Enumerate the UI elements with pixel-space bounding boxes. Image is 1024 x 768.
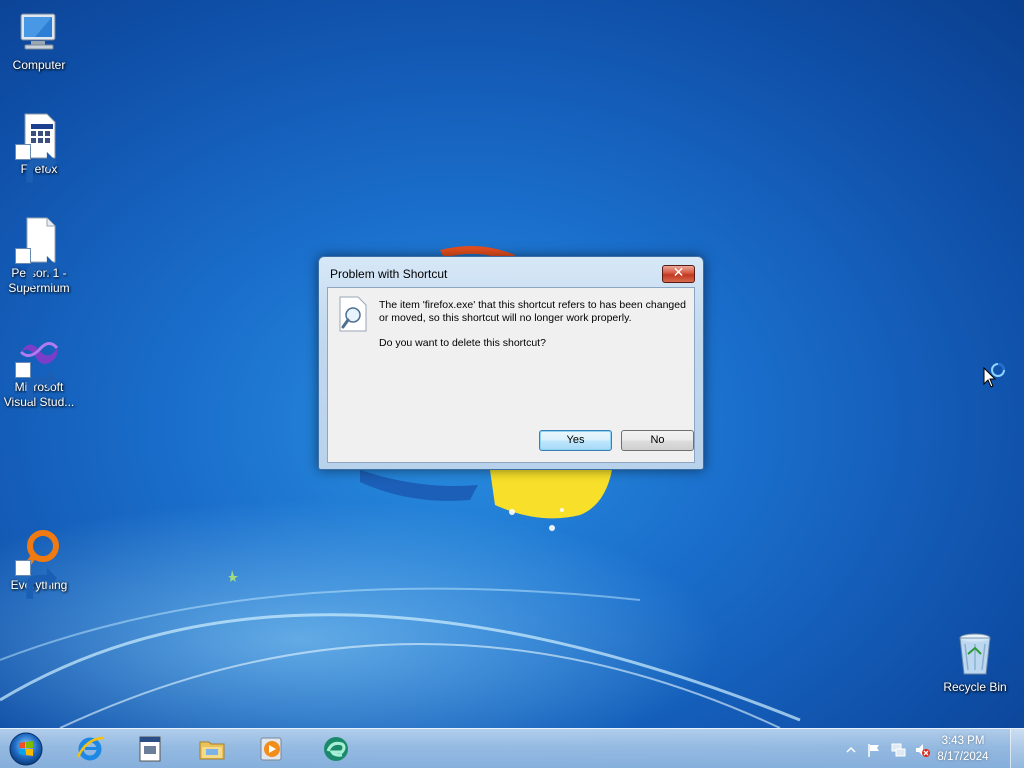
close-button[interactable]: ✕ <box>662 265 695 283</box>
internet-explorer-icon <box>76 736 104 761</box>
dialog-titlebar[interactable]: Problem with Shortcut ✕ <box>319 257 703 287</box>
desktop-icon-everything[interactable]: Everything <box>1 528 77 599</box>
problem-with-shortcut-dialog: Problem with Shortcut ✕ The item 'firefo… <box>318 256 704 470</box>
shortcut-arrow-icon <box>15 248 58 287</box>
yes-button[interactable]: Yes <box>539 430 612 451</box>
system-tray: 3:43 PM 8/17/2024 <box>840 729 1024 768</box>
desktop[interactable]: Computer Firefox Person 1 - Supermium Mi… <box>0 0 1024 768</box>
shortcut-arrow-icon <box>15 362 58 401</box>
taskbar-file-explorer[interactable] <box>186 732 238 766</box>
busy-cursor-icon <box>983 363 1005 388</box>
shortcut-arrow-icon <box>15 560 58 599</box>
everything-search-icon <box>15 528 63 599</box>
action-center-flag-icon[interactable] <box>866 742 882 758</box>
no-button[interactable]: No <box>621 430 694 451</box>
firefox-shortcut-icon <box>15 112 63 183</box>
dialog-question: Do you want to delete this shortcut? <box>379 337 546 349</box>
document-shortcut-icon <box>15 216 63 287</box>
show-desktop-button[interactable] <box>1010 729 1024 768</box>
taskbar-internet-explorer[interactable] <box>64 732 116 766</box>
show-hidden-icons-chevron[interactable] <box>846 745 856 755</box>
desktop-icon-label: Recycle Bin <box>943 680 1007 694</box>
magnifier-document-icon <box>339 296 367 332</box>
desktop-icon-person-supermium[interactable]: Person 1 - Supermium <box>1 216 77 296</box>
start-button[interactable] <box>6 730 46 768</box>
media-player-icon <box>260 737 282 761</box>
taskbar-clock[interactable]: 3:43 PM 8/17/2024 <box>928 733 998 765</box>
edge-like-browser-icon <box>324 737 348 761</box>
app-window-icon <box>139 736 161 762</box>
file-explorer-icon <box>199 741 225 760</box>
close-icon: ✕ <box>672 265 685 281</box>
desktop-icon-computer[interactable]: Computer <box>1 8 77 73</box>
desktop-icon-recycle-bin[interactable]: Recycle Bin <box>937 630 1013 695</box>
shortcut-arrow-icon <box>15 144 58 183</box>
computer-icon <box>15 8 63 56</box>
desktop-icon-label: Computer <box>12 58 66 72</box>
taskbar: 3:43 PM 8/17/2024 <box>0 728 1024 768</box>
taskbar-browser[interactable] <box>310 732 362 766</box>
clock-time: 3:43 PM <box>941 735 985 747</box>
dialog-body: The item 'firefox.exe' that this shortcu… <box>327 287 695 463</box>
desktop-icon-visual-studio[interactable]: Microsoft Visual Stud... <box>1 330 77 410</box>
dialog-message: The item 'firefox.exe' that this shortcu… <box>379 299 686 324</box>
recycle-bin-icon <box>951 630 999 678</box>
network-icon[interactable] <box>890 742 906 758</box>
taskbar-media-player[interactable] <box>246 732 298 766</box>
visual-studio-icon <box>15 330 63 401</box>
clock-date: 8/17/2024 <box>937 751 989 763</box>
taskbar-app-window[interactable] <box>124 732 176 766</box>
desktop-icon-firefox[interactable]: Firefox <box>1 112 77 183</box>
dialog-title: Problem with Shortcut <box>330 267 448 281</box>
